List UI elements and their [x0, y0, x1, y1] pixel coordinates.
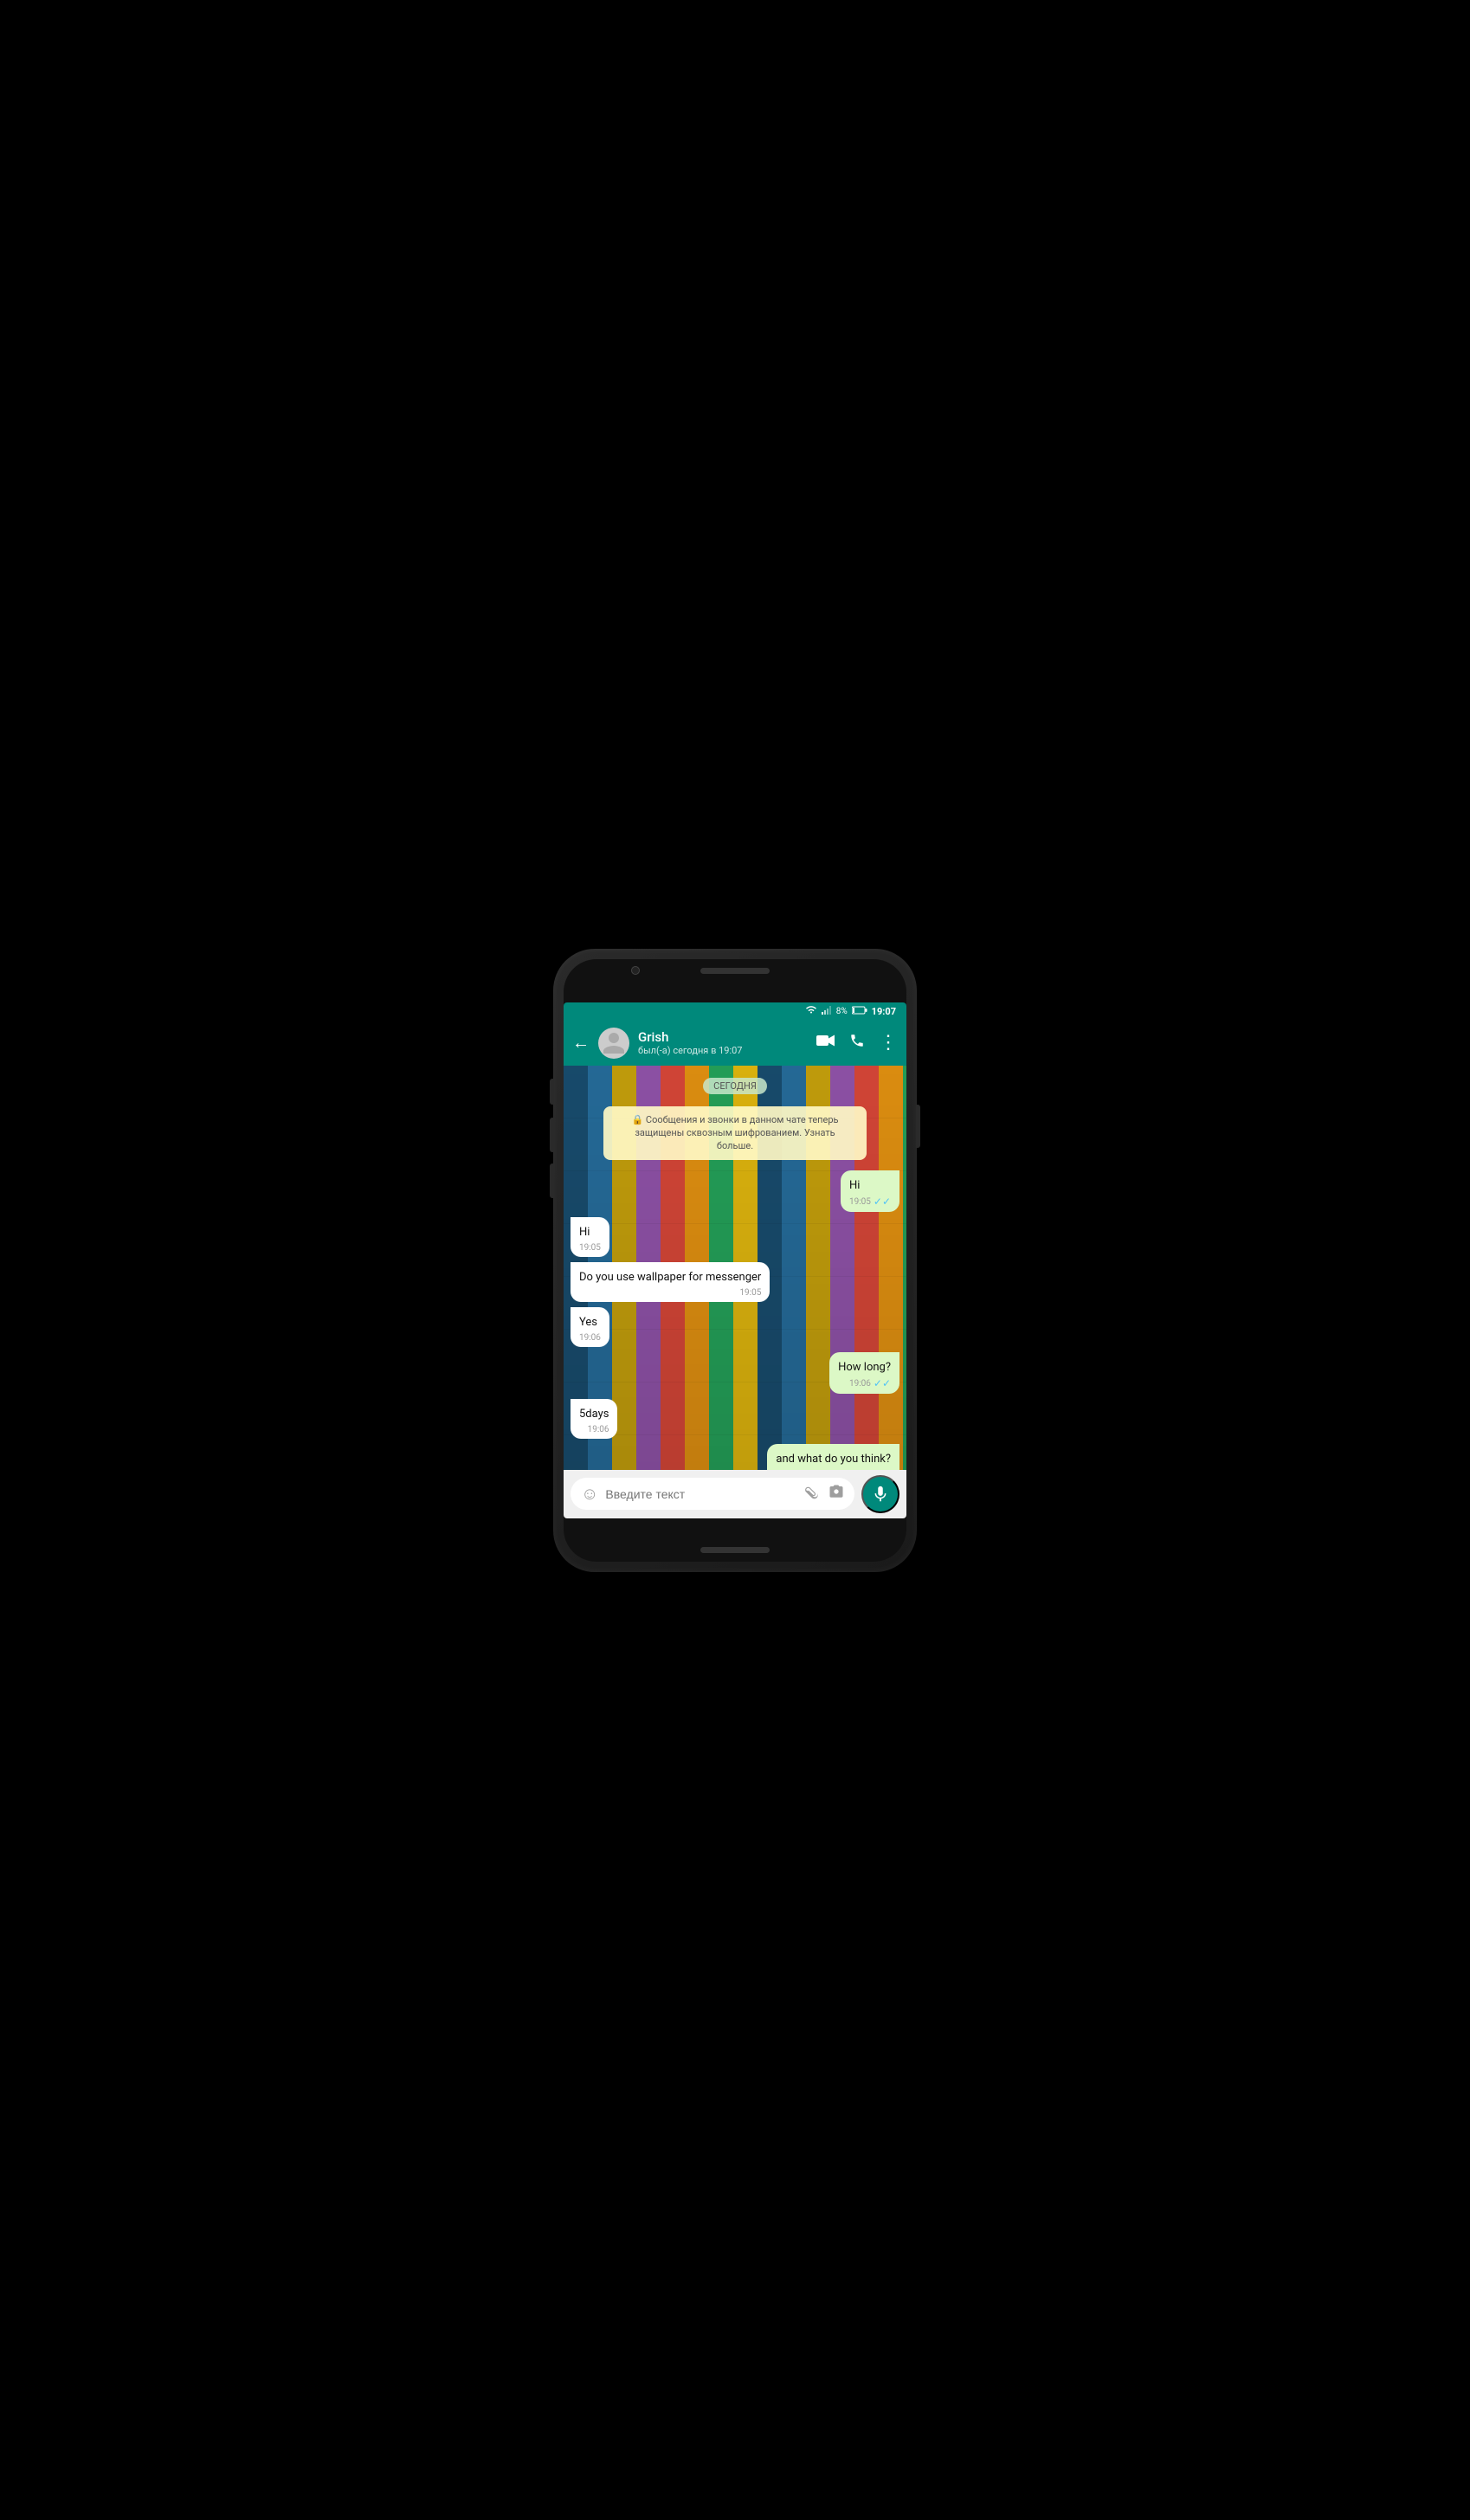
speaker-bottom: [700, 1547, 770, 1553]
date-badge: СЕГОДНЯ: [703, 1078, 767, 1094]
avatar[interactable]: [598, 1028, 629, 1059]
message-time-1: 19:05: [849, 1196, 871, 1208]
message-text-3: Do you use wallpaper for messenger: [579, 1271, 761, 1284]
read-ticks-5: ✓✓: [874, 1377, 891, 1391]
message-text-4: Yes: [579, 1316, 597, 1329]
message-6: 5days 19:06: [571, 1399, 617, 1439]
bubble-meta-2: 19:05: [579, 1242, 601, 1254]
attach-button[interactable]: [802, 1481, 827, 1506]
bubble-meta-5: 19:06 ✓✓: [838, 1377, 891, 1391]
system-message: 🔒 Сообщения и звонки в данном чате тепер…: [603, 1106, 867, 1160]
phone-screen: 8% 19:07 ←: [564, 959, 906, 1562]
bubble-5: How long? 19:06 ✓✓: [829, 1352, 899, 1394]
power-button: [916, 1105, 920, 1148]
emoji-button[interactable]: ☺: [581, 1483, 598, 1505]
message-text-2: Hi: [579, 1226, 590, 1239]
app-screen: 8% 19:07 ←: [564, 1002, 906, 1518]
battery-indicator: 8%: [836, 1007, 848, 1016]
input-bar: ☺: [564, 1470, 906, 1518]
phone-call-icon[interactable]: [849, 1033, 865, 1053]
front-camera: [631, 966, 640, 975]
volume-down-button: [550, 1118, 554, 1152]
battery-icon: [852, 1006, 867, 1017]
bubble-meta-6: 19:06: [579, 1424, 609, 1435]
bubble-1: Hi 19:05 ✓✓: [841, 1170, 899, 1212]
message-2: Hi 19:05: [571, 1217, 609, 1257]
bubble-2: Hi 19:05: [571, 1217, 609, 1257]
signal-icon: [822, 1006, 832, 1017]
message-time-3: 19:05: [739, 1287, 761, 1299]
back-button[interactable]: ←: [572, 1032, 590, 1054]
message-input[interactable]: [605, 1487, 799, 1501]
status-bar: 8% 19:07: [564, 1002, 906, 1021]
message-7: and what do you think? 19:06 ✓✓: [767, 1444, 899, 1469]
message-text-6: 5days: [579, 1408, 609, 1421]
message-time-6: 19:06: [588, 1424, 609, 1435]
speaker-top: [700, 968, 770, 974]
more-options-icon[interactable]: ⋮: [879, 1032, 898, 1054]
message-time-4: 19:06: [579, 1332, 601, 1344]
camera-button[interactable]: [828, 1484, 844, 1504]
contact-name: Grish: [638, 1029, 808, 1045]
message-3: Do you use wallpaper for messenger 19:05: [571, 1262, 770, 1302]
message-4: Yes 19:06: [571, 1307, 609, 1347]
mic-button[interactable]: [861, 1475, 899, 1513]
contact-info[interactable]: Grish был(-а) сегодня в 19:07: [638, 1029, 808, 1056]
header-actions: ⋮: [816, 1032, 898, 1054]
bubble-meta-3: 19:05: [579, 1287, 761, 1299]
messages-list: СЕГОДНЯ 🔒 Сообщения и звонки в данном ча…: [564, 1066, 906, 1470]
chat-header: ← Grish был(-а) сегодня в 19:07: [564, 1021, 906, 1066]
message-1: Hi 19:05 ✓✓: [841, 1170, 899, 1212]
volume-up-button: [550, 1079, 554, 1105]
status-time: 19:07: [872, 1006, 896, 1017]
bubble-6: 5days 19:06: [571, 1399, 617, 1439]
contact-status: был(-а) сегодня в 19:07: [638, 1045, 808, 1056]
bubble-meta-1: 19:05 ✓✓: [849, 1196, 891, 1209]
silent-button: [550, 1163, 554, 1198]
phone-device: 8% 19:07 ←: [553, 949, 917, 1572]
bubble-3: Do you use wallpaper for messenger 19:05: [571, 1262, 770, 1302]
message-text-5: How long?: [838, 1361, 891, 1374]
video-call-icon[interactable]: [816, 1034, 835, 1052]
input-field-wrap: ☺: [571, 1478, 854, 1510]
status-icons: 8% 19:07: [805, 1006, 896, 1017]
bubble-4: Yes 19:06: [571, 1307, 609, 1347]
message-time-5: 19:06: [849, 1378, 871, 1389]
bubble-meta-4: 19:06: [579, 1332, 601, 1344]
read-ticks-1: ✓✓: [874, 1196, 891, 1209]
message-time-2: 19:05: [579, 1242, 601, 1254]
wifi-icon: [805, 1006, 817, 1017]
message-5: How long? 19:06 ✓✓: [829, 1352, 899, 1394]
message-text-7: and what do you think?: [776, 1453, 891, 1466]
chat-area[interactable]: СЕГОДНЯ 🔒 Сообщения и звонки в данном ча…: [564, 1066, 906, 1470]
message-text-1: Hi: [849, 1179, 860, 1192]
bubble-7: and what do you think? 19:06 ✓✓: [767, 1444, 899, 1469]
